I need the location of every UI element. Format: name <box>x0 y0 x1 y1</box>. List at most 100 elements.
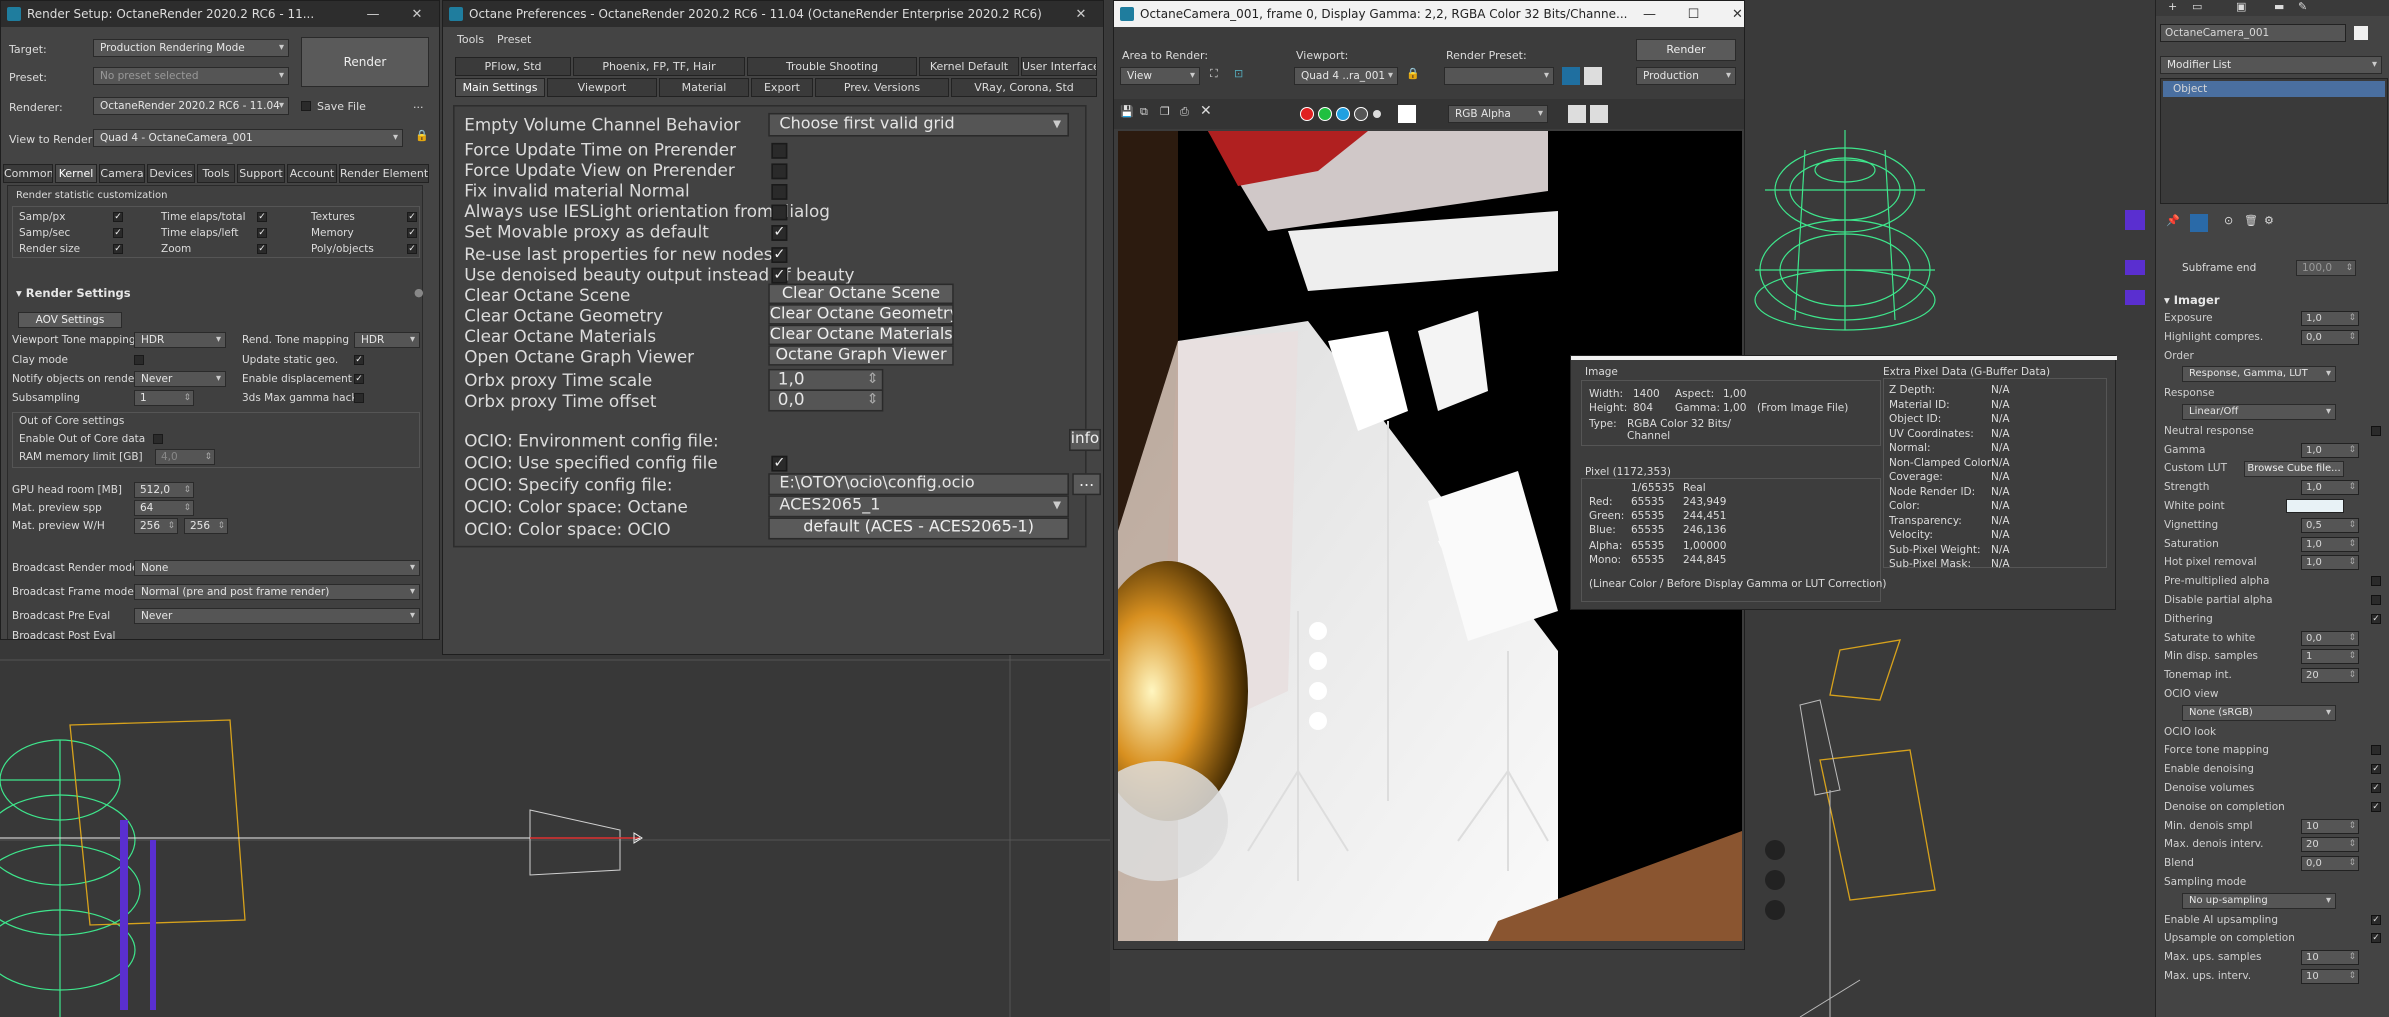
clear-octane-geometry-button[interactable]: Clear Octane Geometry <box>768 304 954 325</box>
always-use-ieslight-orientation-from-dialog-checkbox[interactable] <box>771 204 788 221</box>
hot-pixel-removal-spinner[interactable]: 1,0 <box>2301 555 2359 571</box>
create-icon[interactable]: + <box>2168 0 2177 13</box>
hierarchy-icon[interactable]: ▣ <box>2236 0 2246 13</box>
maximize-icon[interactable]: ☐ <box>1671 7 1715 22</box>
tab-tools[interactable]: Tools <box>197 164 235 183</box>
rend-tone-dropdown[interactable]: HDR <box>354 332 420 348</box>
blue-channel-icon[interactable] <box>1336 107 1350 121</box>
render-preset-dropdown[interactable] <box>1444 67 1554 85</box>
blend-spinner[interactable]: 0,0 <box>2301 856 2359 872</box>
menu-preset[interactable]: Preset <box>497 33 531 46</box>
save-image-icon[interactable]: 💾 <box>1120 105 1134 118</box>
clear-icon[interactable]: ✕ <box>1200 103 1212 119</box>
re-use-last-properties-for-new-nodes-checkbox[interactable]: ✓ <box>771 247 788 263</box>
orbx-proxy-time-offset-spinner[interactable]: 0,0 <box>768 389 884 412</box>
imager-header[interactable]: ▾ Imager <box>2164 293 2220 307</box>
channel-dropdown[interactable]: RGB Alpha <box>1448 105 1548 123</box>
ram-limit-spinner[interactable]: 4,0 <box>155 449 215 465</box>
pre-multiplied-alpha-checkbox[interactable] <box>2371 576 2381 587</box>
copy-image-icon[interactable]: ⧉ <box>1140 105 1148 119</box>
show-end-result-icon[interactable] <box>2190 214 2208 232</box>
vignetting-spinner[interactable]: 0,5 <box>2301 517 2359 533</box>
enable-ooc-checkbox[interactable] <box>153 434 163 444</box>
mat-w-spinner[interactable]: 256 <box>134 518 178 534</box>
disable-partial-alpha-checkbox[interactable] <box>2371 595 2381 605</box>
tonemap-int-spinner[interactable]: 20 <box>2301 668 2359 684</box>
env-icon[interactable] <box>1584 67 1602 85</box>
viewport-bottom-right[interactable] <box>1740 600 2155 1017</box>
tab-export[interactable]: Export <box>751 78 813 97</box>
mat-spp-spinner[interactable]: 64 <box>134 500 194 516</box>
stat-samp-sec-checkbox[interactable]: ✓ <box>113 228 123 238</box>
ocio-info-button[interactable]: info <box>1069 428 1101 452</box>
close-icon[interactable]: ✕ <box>1059 7 1103 22</box>
object-color-swatch[interactable] <box>2354 26 2368 40</box>
stat-time-total-checkbox[interactable]: ✓ <box>257 212 267 222</box>
tab-render-elements[interactable]: Render Elements <box>339 164 429 183</box>
max-denois-interv-spinner[interactable]: 20 <box>2301 837 2359 853</box>
print-icon[interactable]: ⎙ <box>1180 105 1189 119</box>
saturation-spinner[interactable]: 1,0 <box>2301 536 2359 552</box>
modify-icon[interactable]: ▭ <box>2192 0 2202 13</box>
force-update-time-on-prerender-checkbox[interactable] <box>771 142 788 159</box>
upsample-on-completion-checkbox[interactable]: ✓ <box>2371 933 2381 944</box>
imager-dropdown-3[interactable]: Response, Gamma, LUT <box>2182 366 2336 383</box>
renderer-dropdown[interactable]: OctaneRender 2020.2 RC6 - 11.04 <box>93 97 289 115</box>
render-setup-titlebar[interactable]: Render Setup: OctaneRender 2020.2 RC6 - … <box>1 1 439 27</box>
ocio-browse-button[interactable]: ... <box>1072 473 1101 496</box>
custom-lut-button[interactable]: Browse Cube file... <box>2244 461 2344 478</box>
clear-octane-scene-button[interactable]: Clear Octane Scene <box>768 283 954 305</box>
minimize-icon[interactable]: — <box>1627 7 1671 22</box>
swatch-icon[interactable] <box>1398 105 1416 123</box>
ocio-config-path-field[interactable]: E:\OTOY\ocio\config.ocio <box>768 473 1069 496</box>
viewport-dropdown[interactable]: Quad 4 ..ra_001 <box>1294 67 1398 85</box>
tab-user-interface[interactable]: User Interface <box>1021 57 1097 76</box>
object-name-field[interactable]: OctaneCamera_001 <box>2160 24 2346 42</box>
tab-trouble-shooting[interactable]: Trouble Shooting <box>747 57 917 76</box>
render-setup-window[interactable]: Render Setup: OctaneRender 2020.2 RC6 - … <box>0 0 440 640</box>
tab-devices[interactable]: Devices <box>147 164 195 183</box>
tab-account[interactable]: Account <box>287 164 337 183</box>
render-settings-header[interactable]: ▾ Render Settings <box>16 286 131 300</box>
tab-phoenix[interactable]: Phoenix, FP, TF, Hair <box>573 57 745 76</box>
target-dropdown[interactable]: Production Rendering Mode <box>93 39 289 57</box>
tab-vray-corona[interactable]: VRay, Corona, Std <box>951 78 1097 97</box>
ocio-use-checkbox[interactable]: ✓ <box>771 455 788 472</box>
region-icon[interactable]: ⛶ <box>1210 67 1218 81</box>
fix-invalid-material-normal-checkbox[interactable] <box>771 184 788 200</box>
min-denois-smpl-spinner[interactable]: 10 <box>2301 818 2359 834</box>
set-movable-proxy-as-default-checkbox[interactable]: ✓ <box>771 225 788 241</box>
stat-memory-checkbox[interactable]: ✓ <box>407 228 417 238</box>
tab-prev-versions[interactable]: Prev. Versions <box>815 78 949 97</box>
tab-kernel-default[interactable]: Kernel Default <box>919 57 1019 76</box>
preset-dropdown[interactable]: No preset selected <box>93 67 289 85</box>
subframe-end-spinner[interactable]: 100,0 <box>2296 260 2356 276</box>
modifier-list-dropdown[interactable]: Modifier List <box>2160 56 2382 74</box>
gpu-headroom-spinner[interactable]: 512,0 <box>134 482 194 498</box>
denoise-volumes-checkbox[interactable]: ✓ <box>2371 783 2381 793</box>
gamma-hack-checkbox[interactable] <box>354 393 364 403</box>
white-point-swatch[interactable] <box>2286 499 2344 513</box>
mono-icon[interactable] <box>1373 110 1381 118</box>
close-icon[interactable]: ✕ <box>1715 7 1744 22</box>
force-tone-mapping-checkbox[interactable] <box>2371 745 2381 756</box>
mat-h-spinner[interactable]: 256 <box>184 518 228 534</box>
camera-titlebar[interactable]: OctaneCamera_001, frame 0, Display Gamma… <box>1114 1 1744 27</box>
gamma-spinner[interactable]: 1,0 <box>2301 442 2359 458</box>
denoise-on-completion-checkbox[interactable]: ✓ <box>2371 801 2381 812</box>
save-file-checkbox[interactable] <box>301 101 311 111</box>
exposure-spinner[interactable]: 1,0 <box>2301 311 2359 326</box>
clone-window-icon[interactable]: ❐ <box>1160 105 1170 118</box>
area-dropdown[interactable]: View <box>1120 67 1200 85</box>
imager-dropdown-21[interactable]: None (sRGB) <box>2182 704 2336 721</box>
dithering-checkbox[interactable]: ✓ <box>2371 613 2381 624</box>
more-icon[interactable]: ... <box>413 98 424 111</box>
preferences-titlebar[interactable]: Octane Preferences - OctaneRender 2020.2… <box>443 1 1103 27</box>
subsampling-spinner[interactable]: 1 <box>134 390 194 406</box>
viewport-tone-dropdown[interactable]: HDR <box>134 332 226 348</box>
alpha-channel-icon[interactable] <box>1354 107 1368 121</box>
use-denoised-beauty-output-instead-of-beauty-checkbox[interactable]: ✓ <box>771 267 788 284</box>
production-dropdown[interactable]: Production <box>1636 67 1736 85</box>
strength-spinner[interactable]: 1,0 <box>2301 480 2359 496</box>
stat-poly-checkbox[interactable]: ✓ <box>407 244 417 254</box>
